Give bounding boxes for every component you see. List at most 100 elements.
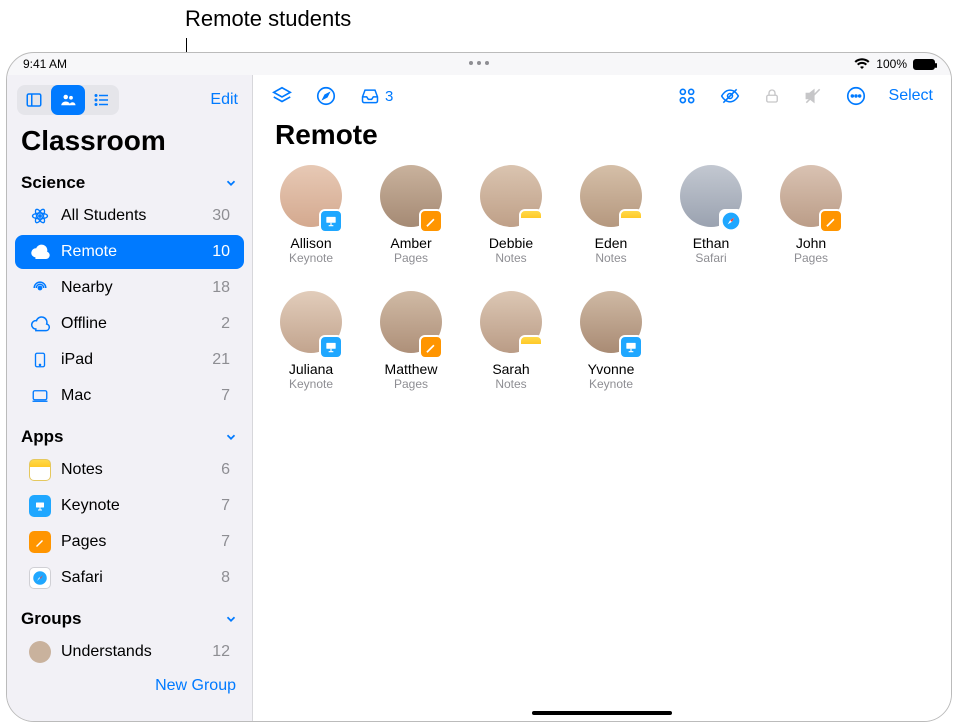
student-card[interactable]: MatthewPages <box>371 291 451 391</box>
safari-app-icon <box>29 567 51 589</box>
student-name: Juliana <box>289 361 333 377</box>
student-name: Eden <box>595 235 628 251</box>
sidebar-item-all-students[interactable]: All Students 30 <box>15 199 244 233</box>
sidebar-item-count: 10 <box>212 243 230 261</box>
chevron-down-icon <box>224 612 238 626</box>
wifi-icon <box>854 58 870 70</box>
view-mode-list[interactable] <box>85 85 119 115</box>
toolbar: 3 <box>253 75 951 113</box>
student-app: Pages <box>394 377 428 391</box>
student-card[interactable]: JulianaKeynote <box>271 291 351 391</box>
notes-app-icon <box>29 459 51 481</box>
sidebar-item-label: Pages <box>61 533 106 551</box>
student-card[interactable]: AmberPages <box>371 165 451 265</box>
sidebar-item-count: 18 <box>212 279 230 297</box>
safari-app-icon <box>719 209 743 233</box>
student-card[interactable]: EthanSafari <box>671 165 751 265</box>
sidebar-item-label: Remote <box>61 243 117 261</box>
sidebar-item-ipad[interactable]: iPad 21 <box>15 343 244 377</box>
keynote-app-icon <box>619 335 643 359</box>
sidebar-item-label: Notes <box>61 461 103 479</box>
sidebar-item-app-keynote[interactable]: Keynote 7 <box>15 489 244 523</box>
sidebar-item-app-notes[interactable]: Notes 6 <box>15 453 244 487</box>
sidebar-item-group-understands[interactable]: Understands 12 <box>15 635 244 669</box>
sidebar-item-app-safari[interactable]: Safari 8 <box>15 561 244 595</box>
compass-button[interactable] <box>315 85 337 107</box>
student-app: Keynote <box>289 251 333 265</box>
sidebar-item-label: All Students <box>61 207 146 225</box>
stack-button[interactable] <box>271 85 293 107</box>
student-card[interactable]: JohnPages <box>771 165 851 265</box>
student-name: Debbie <box>489 235 533 251</box>
section-header-apps[interactable]: Apps <box>7 423 252 451</box>
student-card[interactable]: SarahNotes <box>471 291 551 391</box>
sidebar-item-label: Understands <box>61 643 152 661</box>
view-mode-book[interactable] <box>17 85 51 115</box>
notes-app-icon <box>519 335 543 359</box>
sidebar-item-count: 8 <box>221 569 230 587</box>
pages-app-icon <box>29 531 51 553</box>
sidebar-item-count: 6 <box>221 461 230 479</box>
student-app: Pages <box>394 251 428 265</box>
cloud-icon <box>29 241 51 263</box>
student-app: Notes <box>495 377 526 391</box>
student-app: Notes <box>595 251 626 265</box>
callout-label: Remote students <box>185 6 351 32</box>
inbox-button[interactable]: 3 <box>359 86 393 106</box>
view-mode-people[interactable] <box>51 85 85 115</box>
student-app: Notes <box>495 251 526 265</box>
keynote-app-icon <box>319 335 343 359</box>
cloud-off-icon <box>29 313 51 335</box>
battery-icon <box>913 59 935 70</box>
sidebar-item-label: Safari <box>61 569 103 587</box>
section-header-groups[interactable]: Groups <box>7 605 252 633</box>
student-name: Matthew <box>385 361 438 377</box>
mac-icon <box>29 385 51 407</box>
sidebar-item-nearby[interactable]: Nearby 18 <box>15 271 244 305</box>
lock-button[interactable] <box>763 86 781 106</box>
more-button[interactable] <box>845 85 867 107</box>
sidebar-item-count: 2 <box>221 315 230 333</box>
mute-button[interactable] <box>803 86 823 106</box>
keynote-app-icon <box>319 209 343 233</box>
inbox-badge: 3 <box>385 88 393 105</box>
edit-button[interactable]: Edit <box>210 91 238 109</box>
student-card[interactable]: YvonneKeynote <box>571 291 651 391</box>
section-title: Groups <box>21 609 81 629</box>
student-app: Keynote <box>589 377 633 391</box>
sidebar-item-label: Keynote <box>61 497 120 515</box>
pages-app-icon <box>819 209 843 233</box>
sidebar-item-label: Nearby <box>61 279 113 297</box>
sidebar-item-mac[interactable]: Mac 7 <box>15 379 244 413</box>
select-button[interactable]: Select <box>889 87 933 105</box>
home-indicator[interactable] <box>532 711 672 715</box>
multitask-dots[interactable] <box>467 61 491 65</box>
sidebar-item-count: 30 <box>212 207 230 225</box>
chevron-down-icon <box>224 430 238 444</box>
pages-app-icon <box>419 209 443 233</box>
main-panel: 3 <box>253 75 951 721</box>
section-title: Apps <box>21 427 64 447</box>
student-name: Ethan <box>693 235 730 251</box>
section-header-science[interactable]: Science <box>7 169 252 197</box>
sidebar-item-count: 7 <box>221 497 230 515</box>
student-card[interactable]: AllisonKeynote <box>271 165 351 265</box>
sidebar-item-label: Mac <box>61 387 91 405</box>
sidebar-item-app-pages[interactable]: Pages 7 <box>15 525 244 559</box>
ipad-icon <box>29 349 51 371</box>
chevron-down-icon <box>224 176 238 190</box>
keynote-app-icon <box>29 495 51 517</box>
hide-button[interactable] <box>719 86 741 106</box>
student-card[interactable]: DebbieNotes <box>471 165 551 265</box>
view-mode-segmented[interactable] <box>17 85 119 115</box>
student-name: Amber <box>390 235 431 251</box>
grid-button[interactable] <box>677 86 697 106</box>
pages-app-icon <box>419 335 443 359</box>
student-card[interactable]: EdenNotes <box>571 165 651 265</box>
new-group-button[interactable]: New Group <box>7 671 252 705</box>
sidebar-item-remote[interactable]: Remote 10 <box>15 235 244 269</box>
sidebar-item-offline[interactable]: Offline 2 <box>15 307 244 341</box>
student-name: Sarah <box>492 361 529 377</box>
sidebar-item-count: 7 <box>221 533 230 551</box>
sidebar: Edit Classroom Science All Students <box>7 75 253 721</box>
